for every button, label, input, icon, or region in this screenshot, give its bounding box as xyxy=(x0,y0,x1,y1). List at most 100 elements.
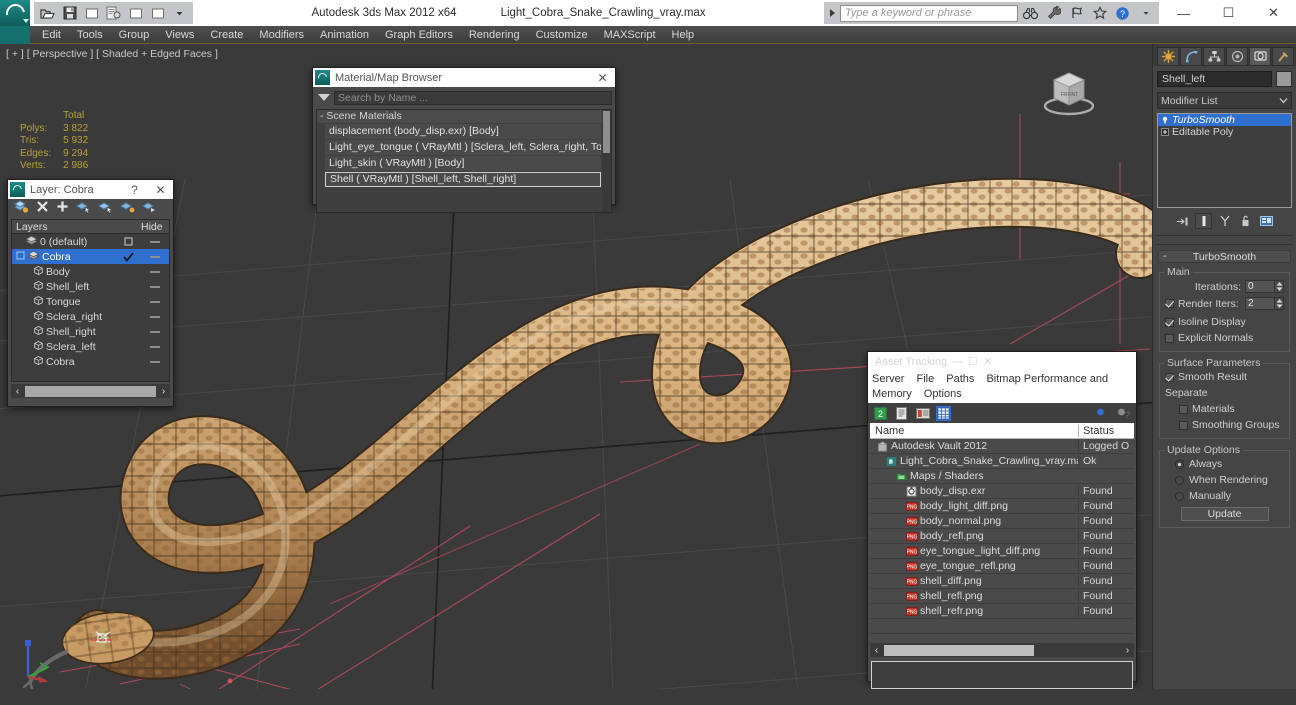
material-item-selected[interactable]: Shell ( VRayMtl ) [Shell_left, Shell_rig… xyxy=(325,172,601,187)
material-browser-titlebar[interactable]: Material/Map Browser ✕ xyxy=(313,68,615,87)
layer-row-shell-right[interactable]: Shell_right xyxy=(12,324,169,339)
qat-dropdown-icon[interactable] xyxy=(170,4,189,22)
material-item[interactable]: Light_eye_tongue ( VRayMtl ) [Sclera_lef… xyxy=(325,140,601,155)
layer-row-default[interactable]: 0 (default) xyxy=(12,234,169,249)
menu-maxscript[interactable]: MAXScript xyxy=(596,26,664,44)
modifier-list-dropdown[interactable]: Modifier List xyxy=(1157,92,1292,109)
update-button[interactable]: Update xyxy=(1180,507,1269,521)
material-item[interactable]: displacement (body_disp.exr) [Body] xyxy=(325,124,601,139)
asset-row-shell-diff[interactable]: PNG shell_diff.png Found xyxy=(870,574,1134,589)
asset-tracking-minimize-button[interactable]: — xyxy=(952,356,963,368)
modifier-stack-item-turbosmooth[interactable]: TurboSmooth xyxy=(1158,114,1291,126)
layer-row-cobra-object[interactable]: Cobra xyxy=(12,354,169,369)
material-list[interactable]: - Scene Materials displacement (body_dis… xyxy=(316,109,612,213)
asset-row-max-file[interactable]: Light_Cobra_Snake_Crawling_vray.max Ok xyxy=(870,454,1134,469)
select-objects-in-layer-icon[interactable] xyxy=(76,200,91,216)
show-end-result-icon[interactable] xyxy=(1195,213,1212,229)
list-view-icon[interactable] xyxy=(894,406,909,421)
material-search-input[interactable]: Search by Name ... xyxy=(334,90,612,105)
asset-row-body-light-diff[interactable]: PNG body_light_diff.png Found xyxy=(870,499,1134,514)
layer-current-checkbox[interactable] xyxy=(115,237,141,246)
asset-row-body-disp[interactable]: body_disp.exr Found xyxy=(870,484,1134,499)
layer-current-check-icon[interactable] xyxy=(115,252,141,262)
layer-dialog-titlebar[interactable]: Layer: Cobra ? ✕ xyxy=(8,180,173,199)
iterations-stepper[interactable]: 0 xyxy=(1245,280,1284,293)
when-rendering-radio[interactable] xyxy=(1175,475,1184,485)
layer-hide-toggle[interactable] xyxy=(141,345,169,348)
asset-row-eye-tongue-light-diff[interactable]: PNG eye_tongue_light_diff.png Found xyxy=(870,544,1134,559)
redo-icon[interactable] xyxy=(104,4,123,22)
layer-scroll-thumb[interactable] xyxy=(25,385,156,397)
layer-row-shell-left[interactable]: Shell_left xyxy=(12,279,169,294)
menu-customize[interactable]: Customize xyxy=(528,26,596,44)
open-file-icon[interactable] xyxy=(38,4,57,22)
configure-modifier-sets-icon[interactable] xyxy=(1258,213,1275,229)
name-column-header[interactable]: Name xyxy=(870,425,1078,437)
layer-row-sclera-right[interactable]: Sclera_right xyxy=(12,309,169,324)
asset-row-body-normal[interactable]: PNG body_normal.png Found xyxy=(870,514,1134,529)
layer-hide-toggle[interactable] xyxy=(141,285,169,288)
layer-hide-toggle[interactable] xyxy=(141,360,169,363)
menu-animation[interactable]: Animation xyxy=(312,26,377,44)
render-iters-stepper[interactable]: 2 xyxy=(1245,297,1284,310)
star-icon[interactable] xyxy=(1089,3,1110,23)
wrench-icon[interactable] xyxy=(1043,3,1064,23)
render-iters-checkbox[interactable] xyxy=(1165,299,1174,308)
scroll-left-icon[interactable]: ‹ xyxy=(11,385,24,398)
rollout-collapse-icon[interactable]: - xyxy=(1163,250,1167,262)
flag-icon[interactable] xyxy=(1066,3,1087,23)
layer-expand-checkbox[interactable] xyxy=(16,251,25,263)
maximize-button[interactable]: ☐ xyxy=(1206,0,1251,26)
material-browser-close-button[interactable]: ✕ xyxy=(592,69,613,86)
at-menu-server[interactable]: Server xyxy=(872,373,904,385)
project-folder-icon[interactable] xyxy=(148,4,167,22)
layer-hide-toggle[interactable] xyxy=(141,300,169,303)
undo-icon[interactable] xyxy=(82,4,101,22)
layer-row-body[interactable]: Body xyxy=(12,264,169,279)
layer-row-sclera-left[interactable]: Sclera_left xyxy=(12,339,169,354)
asset-tracking-table[interactable]: Name Status Autodesk Vault 2012 Logged O… xyxy=(870,423,1134,642)
help-dropdown-caret-icon[interactable] xyxy=(1135,3,1156,23)
asset-tracking-maximize-button[interactable]: ☐ xyxy=(968,355,978,368)
menu-edit[interactable]: Edit xyxy=(34,26,69,44)
menu-modifiers[interactable]: Modifiers xyxy=(251,26,312,44)
status-column-header[interactable]: Status xyxy=(1078,424,1134,437)
asset-scroll-thumb[interactable] xyxy=(884,644,1034,656)
menu-help[interactable]: Help xyxy=(664,26,703,44)
viewport-label[interactable]: [ + ] [ Perspective ] [ Shaded + Edged F… xyxy=(6,48,218,60)
object-name-field[interactable]: Shell_left xyxy=(1157,71,1272,87)
layer-dialog-close-button[interactable]: ✕ xyxy=(150,181,171,198)
menu-tools[interactable]: Tools xyxy=(69,26,111,44)
render-iters-value[interactable]: 2 xyxy=(1245,297,1275,310)
layer-list[interactable]: Layers Hide 0 (default) Cobra Body Shell… xyxy=(11,219,170,382)
scroll-right-icon[interactable]: › xyxy=(157,385,170,398)
asset-tracking-titlebar[interactable]: Asset Tracking — ☐ ✕ xyxy=(868,352,1136,371)
view-cube[interactable]: FRONT xyxy=(1034,60,1104,122)
close-button[interactable]: ✕ xyxy=(1251,0,1296,26)
iterations-spinner-arrows[interactable] xyxy=(1275,280,1284,293)
layer-list-horizontal-scrollbar[interactable]: ‹ › xyxy=(11,384,170,398)
search-input[interactable]: Type a keyword or phrase xyxy=(840,4,1018,22)
at-menu-paths[interactable]: Paths xyxy=(946,373,974,385)
app-menu-caret-icon[interactable] xyxy=(23,19,29,23)
display-tab[interactable] xyxy=(1249,46,1271,66)
render-iters-spinner-arrows[interactable] xyxy=(1275,297,1284,310)
menu-group[interactable]: Group xyxy=(111,26,158,44)
asset-table-horizontal-scrollbar[interactable]: ‹ › xyxy=(870,643,1134,657)
asset-tracking-status-field[interactable] xyxy=(871,661,1133,689)
light-bulb-icon[interactable] xyxy=(1161,116,1169,124)
asset-row-vault[interactable]: Autodesk Vault 2012 Logged O xyxy=(870,439,1134,454)
manually-radio[interactable] xyxy=(1175,491,1184,501)
menu-create[interactable]: Create xyxy=(202,26,251,44)
binoculars-icon[interactable] xyxy=(1020,3,1041,23)
smooth-result-checkbox[interactable] xyxy=(1165,372,1174,382)
material-list-scroll-thumb[interactable] xyxy=(603,111,610,153)
at-menu-bitmap-performance[interactable]: Bitmap Performance and Memory xyxy=(872,373,1108,400)
material-item[interactable]: Light_skin ( VRayMtl ) [Body] xyxy=(325,156,601,171)
layer-cobra-dialog[interactable]: Layer: Cobra ? ✕ Layers Hide 0 (default)… xyxy=(7,179,174,407)
scroll-right-icon[interactable]: › xyxy=(1121,644,1134,657)
utilities-tab[interactable] xyxy=(1272,46,1294,66)
layer-hide-toggle[interactable] xyxy=(141,240,169,243)
table-view-icon[interactable] xyxy=(936,405,951,421)
always-radio[interactable] xyxy=(1175,459,1184,469)
